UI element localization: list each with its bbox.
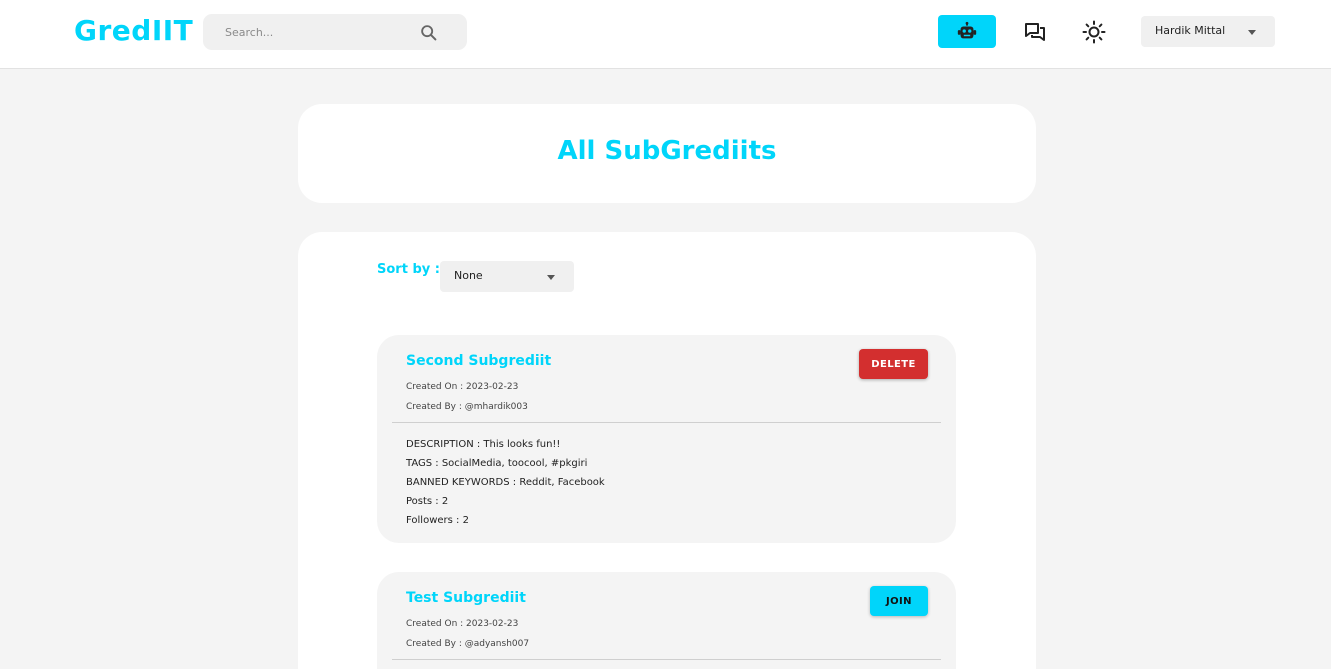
tags: TAGS : SocialMedia, toocool, #pkgiri: [406, 458, 588, 469]
page-title-card: All SubGrediits: [298, 104, 1036, 203]
theme-toggle-button[interactable]: [1079, 16, 1109, 48]
created-on: Created On : 2023-02-23: [406, 619, 519, 629]
sort-select[interactable]: None: [440, 261, 574, 292]
user-name: Hardik Mittal: [1155, 24, 1226, 37]
chevron-down-icon: [1248, 30, 1256, 35]
search-input[interactable]: [203, 14, 413, 50]
subgrediit-list-panel: Sort by : None Second Subgrediit Created…: [298, 232, 1036, 669]
subgrediit-details: DESCRIPTION : This looks fun!! TAGS : So…: [406, 438, 605, 533]
subgrediit-card[interactable]: Test Subgrediit Created On : 2023-02-23 …: [377, 572, 956, 669]
posts-count: Posts : 2: [406, 496, 449, 507]
messages-button[interactable]: [1020, 16, 1050, 48]
app-logo[interactable]: GredIIT: [74, 14, 193, 47]
user-menu-select[interactable]: Hardik Mittal: [1141, 16, 1275, 47]
page-title: All SubGrediits: [557, 136, 777, 166]
delete-button[interactable]: DELETE: [859, 349, 928, 379]
followers-count: Followers : 2: [406, 515, 469, 526]
chat-icon: [1025, 23, 1045, 41]
join-button[interactable]: JOIN: [870, 586, 928, 616]
search-icon[interactable]: [418, 22, 440, 44]
created-on: Created On : 2023-02-23: [406, 382, 519, 392]
top-app-bar: GredIIT Search... Hardik Mittal: [0, 0, 1331, 69]
created-by: Created By : @adyansh007: [406, 639, 530, 649]
sort-label: Sort by :: [377, 262, 440, 277]
sun-icon: [1082, 20, 1106, 44]
created-by: Created By : @mhardik003: [406, 402, 528, 412]
chevron-down-icon: [547, 275, 555, 280]
chatbot-button[interactable]: [938, 15, 996, 48]
divider: [392, 422, 941, 423]
sort-selected-value: None: [454, 269, 483, 282]
description: DESCRIPTION : This looks fun!!: [406, 439, 561, 450]
robot-icon: [957, 21, 977, 38]
divider: [392, 659, 941, 660]
subgrediit-card[interactable]: Second Subgrediit Created On : 2023-02-2…: [377, 335, 956, 543]
subgrediit-name[interactable]: Second Subgrediit: [406, 353, 551, 369]
subgrediit-name[interactable]: Test Subgrediit: [406, 590, 526, 606]
banned-keywords: BANNED KEYWORDS : Reddit, Facebook: [406, 477, 605, 488]
